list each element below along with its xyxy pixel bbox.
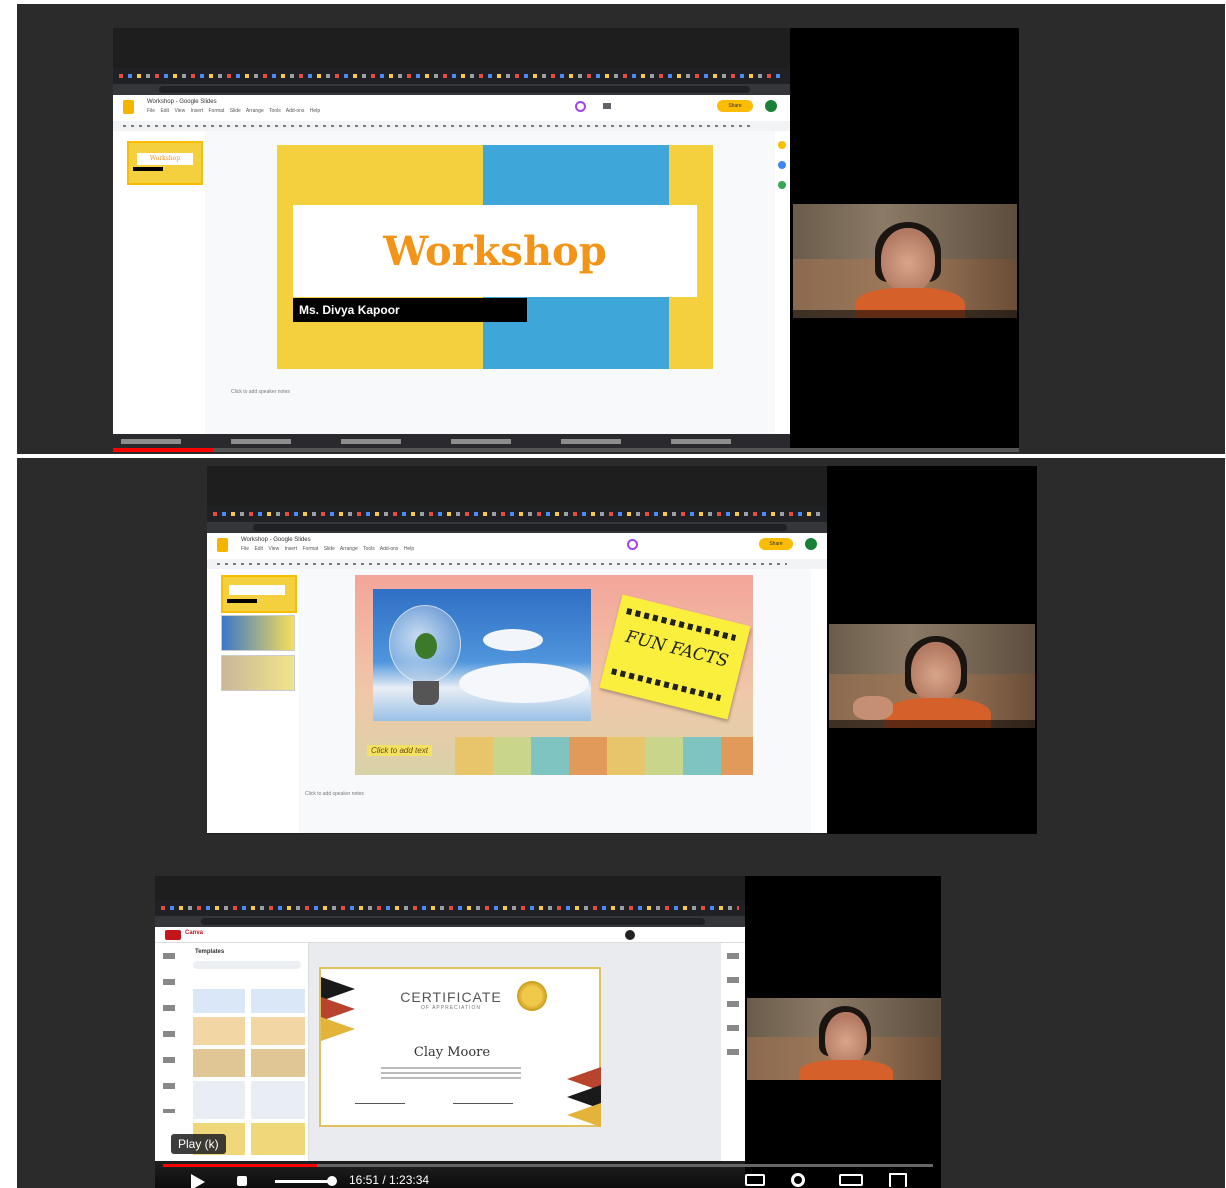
speaker-notes[interactable]: Click to add speaker notes xyxy=(305,791,364,797)
document-title[interactable]: Workshop - Google Slides xyxy=(147,99,217,105)
canva-side-nav xyxy=(155,943,185,1161)
slide-canvas: FUN FACTS Click to add text Click to add… xyxy=(299,569,811,833)
google-slides-app: Workshop - Google Slides File Edit View … xyxy=(113,95,790,435)
award-seal-icon xyxy=(517,981,547,1011)
webcam-feed-3 xyxy=(747,998,941,1080)
toolbar[interactable] xyxy=(113,121,790,131)
slide-thumbnail-3[interactable] xyxy=(221,655,295,691)
miniplayer-icon[interactable] xyxy=(839,1174,863,1186)
browser-url-bar[interactable] xyxy=(207,522,827,533)
google-slides-app: Workshop - Google Slides File Edit View … xyxy=(207,533,827,833)
progress-track-1[interactable] xyxy=(113,448,1019,452)
filmstrip: Workshop xyxy=(113,131,205,435)
lightbulb-image[interactable] xyxy=(373,589,591,721)
app-name[interactable]: Canva xyxy=(185,930,203,936)
slide-thumbnail-2[interactable] xyxy=(221,615,295,651)
thumb-label: Workshop xyxy=(149,155,181,162)
settings-gear-icon[interactable] xyxy=(791,1173,805,1187)
canva-topbar: Canva xyxy=(155,927,745,943)
speaker-notes[interactable]: Click to add speaker notes xyxy=(231,389,290,395)
subtitles-icon[interactable] xyxy=(745,1174,765,1186)
document-title[interactable]: Workshop - Google Slides xyxy=(241,537,311,543)
templates-heading: Templates xyxy=(195,949,225,955)
slide-thumbnail-1[interactable] xyxy=(221,575,297,613)
certificate-title[interactable]: CERTIFICATE xyxy=(381,989,521,1005)
participant-label-bar xyxy=(829,720,1035,728)
menu-bar[interactable]: File Edit View Insert Format Slide Arran… xyxy=(241,546,414,552)
shared-screen-2: Workshop - Google Slides File Edit View … xyxy=(207,466,1037,834)
browser-tab-strip[interactable] xyxy=(113,68,790,84)
canva-avatar[interactable] xyxy=(625,930,635,940)
volume-knob[interactable] xyxy=(327,1176,337,1186)
webcam-feed-1 xyxy=(793,204,1017,318)
slide-title[interactable]: Workshop xyxy=(293,229,697,275)
pencils-image xyxy=(455,737,753,775)
templates-panel: Templates xyxy=(185,943,309,1161)
fun-facts-note[interactable]: FUN FACTS xyxy=(599,594,751,720)
raised-hand xyxy=(853,696,893,720)
meet-icon[interactable] xyxy=(575,101,586,112)
progress-track-3[interactable] xyxy=(163,1164,933,1167)
volume-slider[interactable] xyxy=(275,1180,331,1183)
user-avatar[interactable] xyxy=(765,100,777,112)
presenter-name[interactable]: Ms. Divya Kapoor xyxy=(299,303,400,317)
template-grid[interactable] xyxy=(193,989,305,1155)
browser-tab-strip[interactable] xyxy=(155,900,745,916)
progress-played-1 xyxy=(113,448,213,452)
slides-logo-icon xyxy=(123,100,134,114)
canva-app: Canva Templates CERTIFICATE OF APPRECIAT… xyxy=(155,927,745,1161)
template-search[interactable] xyxy=(193,961,301,969)
participant-label-bar xyxy=(793,310,1017,318)
tasks-icon[interactable] xyxy=(778,181,786,189)
video-frame-1: Workshop - Google Slides File Edit View … xyxy=(17,4,1225,454)
webcam-feed-2 xyxy=(829,624,1035,728)
menu-bar[interactable]: File Edit View Insert Format Slide Arran… xyxy=(147,108,320,114)
share-button[interactable]: Share xyxy=(717,100,753,112)
slide-fun-facts[interactable]: FUN FACTS Click to add text xyxy=(355,575,753,775)
video-frame-2: Workshop - Google Slides File Edit View … xyxy=(17,458,1225,870)
play-tooltip: Play (k) xyxy=(171,1134,226,1154)
progress-played-3 xyxy=(163,1164,317,1167)
volume-icon[interactable] xyxy=(237,1176,247,1186)
meet-icon[interactable] xyxy=(627,539,638,550)
browser-url-bar[interactable] xyxy=(113,84,790,95)
player-controls: 16:51 / 1:23:34 xyxy=(155,1164,941,1188)
slide-workshop[interactable]: Workshop Ms. Divya Kapoor xyxy=(277,145,713,369)
video-frame-3: Canva Templates CERTIFICATE OF APPRECIAT… xyxy=(17,870,1225,1188)
comments-icon[interactable] xyxy=(603,103,611,109)
slide-thumbnail-1[interactable]: Workshop xyxy=(127,141,203,185)
fullscreen-icon[interactable] xyxy=(889,1173,907,1187)
filmstrip xyxy=(207,569,299,833)
canva-editor: CERTIFICATE OF APPRECIATION Clay Moore xyxy=(309,943,721,1161)
recipient-name[interactable]: Clay Moore xyxy=(361,1045,543,1060)
canva-right-rail xyxy=(721,943,745,1161)
add-text-box[interactable]: Click to add text xyxy=(367,745,432,756)
browser-url-bar[interactable] xyxy=(155,916,745,927)
keep-icon[interactable] xyxy=(778,161,786,169)
share-button[interactable]: Share xyxy=(759,538,793,550)
user-avatar[interactable] xyxy=(805,538,817,550)
shared-screen-3: Canva Templates CERTIFICATE OF APPRECIAT… xyxy=(155,876,941,1188)
shared-screen-1: Workshop - Google Slides File Edit View … xyxy=(113,28,1019,452)
time-display: 16:51 / 1:23:34 xyxy=(349,1173,430,1187)
calendar-icon[interactable] xyxy=(778,141,786,149)
browser-tab-strip[interactable] xyxy=(207,506,827,522)
canva-logo[interactable] xyxy=(165,930,181,940)
play-icon[interactable] xyxy=(191,1174,205,1188)
side-panel-icons xyxy=(775,131,789,435)
slides-logo-icon xyxy=(217,538,228,552)
certificate-subtitle[interactable]: OF APPRECIATION xyxy=(381,1005,521,1011)
toolbar[interactable] xyxy=(207,559,827,569)
certificate-page[interactable]: CERTIFICATE OF APPRECIATION Clay Moore xyxy=(319,967,601,1127)
slide-canvas: Workshop Ms. Divya Kapoor Click to add s… xyxy=(205,131,775,435)
